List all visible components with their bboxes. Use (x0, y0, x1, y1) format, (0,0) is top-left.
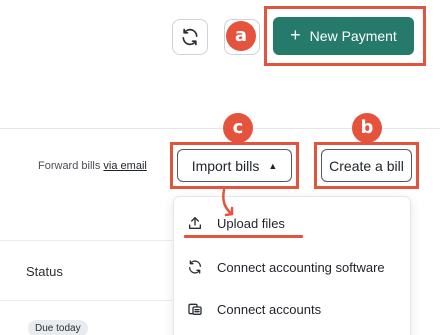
new-payment-button[interactable]: + New Payment (273, 17, 414, 55)
table-header-bottom-rule (0, 300, 172, 301)
forward-bills-text: Forward bills via email (38, 160, 147, 172)
import-bills-label: Import bills (191, 157, 260, 174)
menu-item-connect-accounts[interactable]: Connect accounts (174, 288, 410, 330)
import-bills-menu: Upload files Connect accounting software… (173, 196, 411, 335)
forward-bills-prefix: Forward bills (38, 160, 101, 172)
import-bills-button[interactable]: Import bills ▲ (177, 149, 292, 182)
caret-up-icon: ▲ (268, 160, 278, 171)
table-header-top-rule (0, 240, 172, 241)
plus-icon: + (290, 25, 301, 45)
menu-item-label: Connect accounting software (217, 259, 385, 275)
create-bill-button[interactable]: Create a bill (321, 149, 412, 182)
annotation-arrow-icon (222, 188, 234, 217)
via-email-link[interactable]: via email (103, 160, 146, 172)
callout-badge-c: c (223, 113, 253, 143)
status-column-header[interactable]: Status (26, 264, 63, 279)
callout-badge-b: b (352, 113, 382, 143)
refresh-button[interactable] (172, 19, 208, 55)
status-badge: Due today (28, 320, 88, 335)
callout-badge-a: a (226, 21, 256, 51)
refresh-icon (182, 28, 198, 46)
menu-item-connect-accounting-software[interactable]: Connect accounting software (174, 246, 410, 288)
sync-icon (189, 260, 201, 274)
bank-accounts-icon (188, 303, 202, 315)
menu-item-label: Connect accounts (217, 301, 322, 317)
upload-files-underline (184, 235, 303, 238)
upload-icon (189, 217, 201, 229)
new-payment-label: New Payment (309, 28, 397, 44)
create-bill-label: Create a bill (329, 157, 404, 174)
